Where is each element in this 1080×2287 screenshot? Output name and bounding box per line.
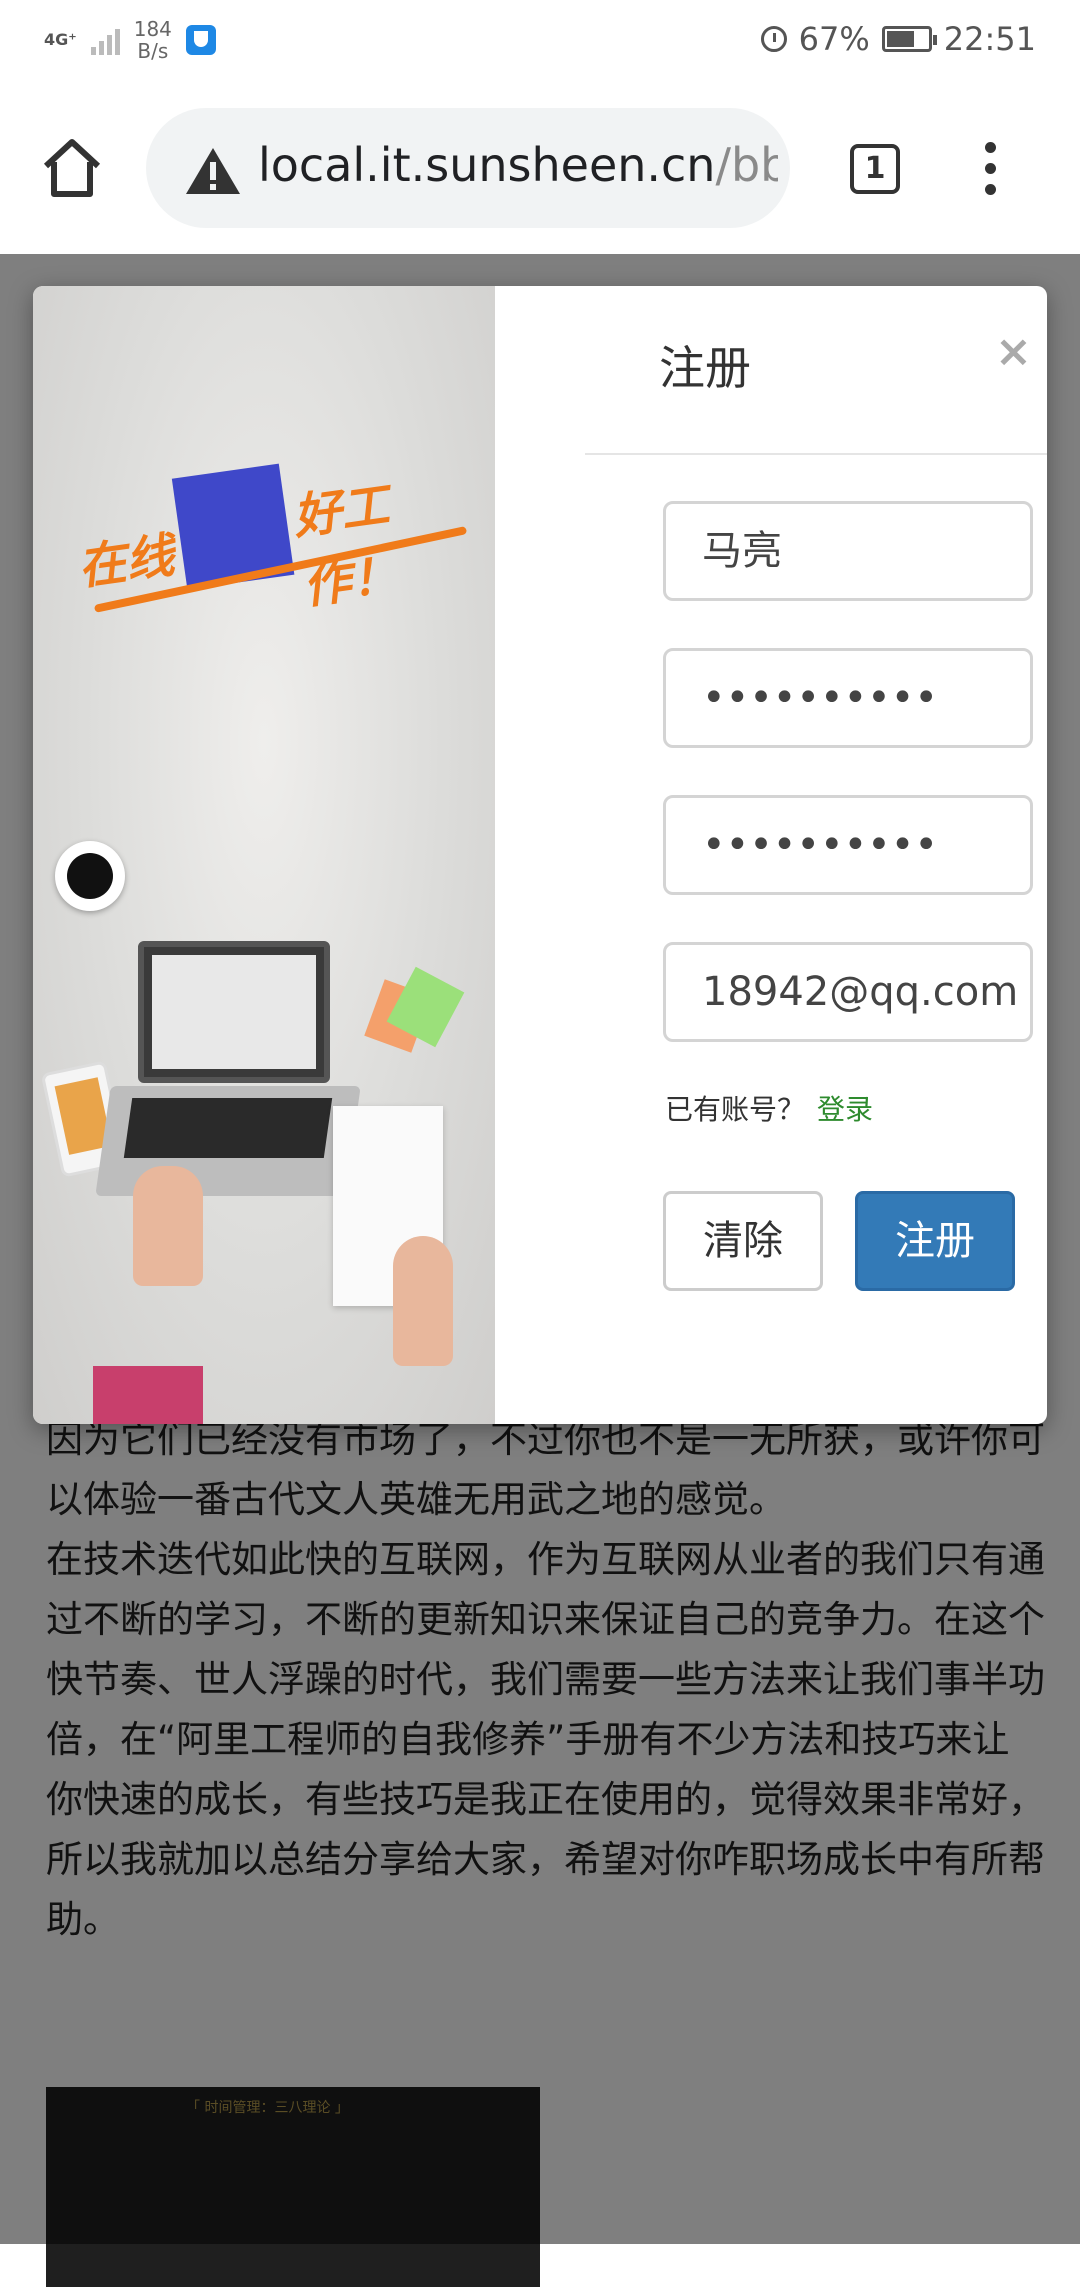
status-left: 4G⁺ 184 B/s: [44, 18, 216, 62]
url-path: /bb: [715, 138, 778, 192]
speed-value: 184: [133, 17, 172, 41]
status-right: 67% 22:51: [760, 20, 1036, 58]
register-form: 注册 × 马亮 •••••••••• •••••••••• 18942@qq.c…: [495, 286, 1047, 1424]
hand-image: [133, 1166, 203, 1286]
sleeve-image: [93, 1366, 203, 1424]
network-speed: 184 B/s: [134, 18, 172, 62]
email-field[interactable]: 18942@qq.com: [663, 942, 1033, 1042]
laptop-keyboard-image: [123, 1098, 333, 1158]
header-divider: [585, 453, 1047, 455]
url-text[interactable]: local.it.sunsheen.cn/bb: [258, 138, 778, 192]
tab-switcher-button[interactable]: 1: [850, 144, 900, 194]
clear-button[interactable]: 清除: [663, 1191, 823, 1291]
clock: 22:51: [943, 20, 1036, 58]
vpn-shield-icon: [185, 25, 216, 55]
network-type: 4G⁺: [44, 30, 77, 49]
battery-fill: [886, 31, 914, 47]
login-hint-text: 已有账号？: [665, 1093, 806, 1126]
hand-image: [393, 1236, 453, 1366]
browser-toolbar: local.it.sunsheen.cn/bb 1: [0, 86, 1080, 254]
url-host: local.it.sunsheen.cn: [258, 138, 716, 192]
speed-unit: B/s: [137, 39, 169, 63]
status-bar: 4G⁺ 184 B/s 67% 22:51: [0, 0, 1080, 86]
illustration-slogan: 在线 好工作！: [65, 414, 482, 618]
confirm-password-field[interactable]: ••••••••••: [663, 795, 1033, 895]
username-field[interactable]: 马亮: [663, 501, 1033, 601]
signal-icon: [90, 25, 120, 55]
alarm-icon: [760, 26, 787, 52]
close-icon[interactable]: ×: [995, 326, 1032, 377]
battery-percent: 67%: [798, 20, 870, 58]
warning-icon[interactable]: [184, 146, 242, 196]
modal-illustration: 在线 好工作！: [33, 286, 495, 1424]
home-icon[interactable]: [40, 136, 104, 200]
more-menu-icon[interactable]: [985, 142, 997, 198]
laptop-screen-image: [138, 941, 330, 1083]
login-hint: 已有账号？ 登录: [665, 1088, 873, 1128]
register-button[interactable]: 注册: [855, 1191, 1015, 1291]
battery-icon: [881, 26, 937, 52]
login-link[interactable]: 登录: [817, 1093, 873, 1126]
coffee-cup-image: [55, 841, 125, 911]
slogan-left: 在线: [74, 527, 178, 597]
address-bar[interactable]: local.it.sunsheen.cn/bb: [146, 108, 790, 228]
register-modal: 在线 好工作！ 注册 × 马亮 •••••••••• •••••••••• 18…: [33, 286, 1047, 1424]
password-field[interactable]: ••••••••••: [663, 648, 1033, 748]
modal-title: 注册: [659, 341, 751, 395]
